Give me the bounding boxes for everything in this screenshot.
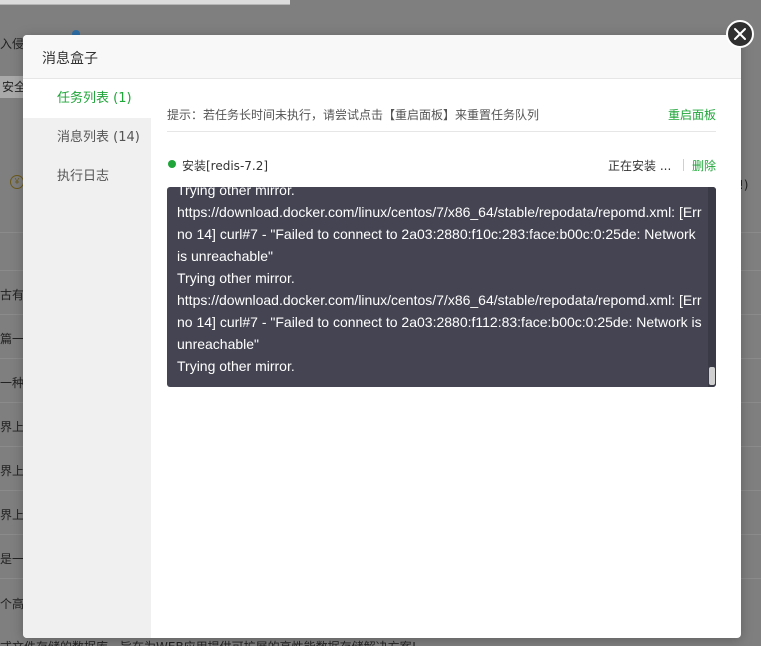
dialog-header: 消息盒子 [23,35,741,79]
close-icon [734,28,746,40]
sidebar-item-task-list[interactable]: 任务列表 (1) [23,79,151,118]
sidebar-item-execution-log[interactable]: 执行日志 [23,157,151,196]
message-box-dialog: 消息盒子 任务列表 (1) 消息列表 (14) 执行日志 提示：若任务长时间未执… [23,35,741,638]
background-row-text: 一种 [0,376,25,390]
tip-text: 提示：若任务长时间未执行，请尝试点击【重启面板】来重置任务队列 [167,108,540,122]
tip-bar: 提示：若任务长时间未执行，请尝试点击【重启面板】来重置任务队列 重启面板 [167,103,716,132]
delete-task-link[interactable]: 删除 [692,157,716,174]
dialog-title: 消息盒子 [42,51,98,67]
separator [683,159,684,171]
background-row-text: 式文件存储的数据库，旨在为WEB应用提供可扩展的高性能数据存储解决方案! [0,638,417,646]
dialog-sidebar: 任务列表 (1) 消息列表 (14) 执行日志 [23,79,151,638]
task-status: 正在安装 ... [608,159,672,173]
restart-panel-link[interactable]: 重启面板 [668,106,716,123]
task-panel: 提示：若任务长时间未执行，请尝试点击【重启面板】来重置任务队列 重启面板 安装[… [167,79,716,638]
background-search-bar [0,0,290,5]
background-row-text: 个高 [0,597,25,611]
install-log-console[interactable]: Trying other mirror. https://download.do… [167,187,716,387]
background-row-text: 是一 [0,552,25,566]
task-row: 安装[redis-7.2] 正在安装 ... 删除 [167,156,716,174]
log-scrollbar-thumb[interactable] [709,367,715,385]
install-log-text: Trying other mirror. https://download.do… [177,187,702,374]
sidebar-item-message-list[interactable]: 消息列表 (14) [23,118,151,157]
log-scrollbar[interactable] [708,187,716,387]
coin-icon: ¥ [10,175,24,189]
task-name: 安装[redis-7.2] [182,159,269,173]
status-dot-icon [168,160,176,168]
close-button[interactable] [726,20,754,48]
